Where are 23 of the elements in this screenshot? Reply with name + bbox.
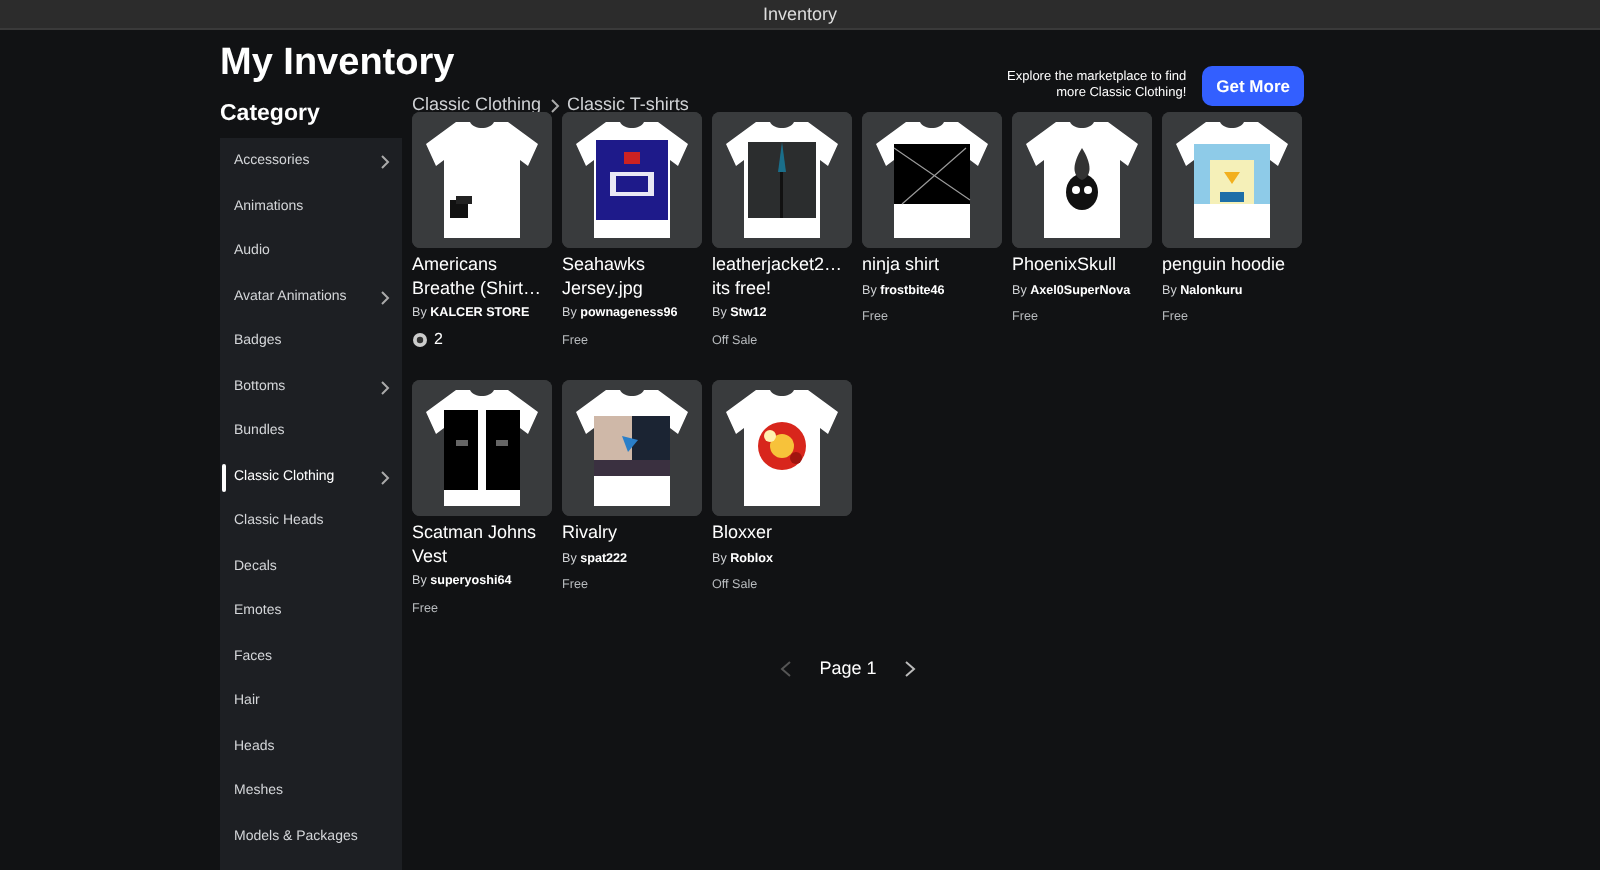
category-heading: Category xyxy=(220,100,322,130)
next-page-icon[interactable] xyxy=(904,660,917,679)
page-title: My Inventory xyxy=(220,40,455,88)
item-name: Scatman Johns Vest xyxy=(412,522,539,568)
window-title: Inventory xyxy=(0,0,1600,30)
get-more-button[interactable]: Get More xyxy=(1202,66,1304,106)
item-name: PhoenixSkull xyxy=(1012,254,1119,277)
item-price: 2 xyxy=(434,328,443,353)
item-name: ninja shirt xyxy=(862,254,942,277)
breadcrumb-current: Classic T-shirts xyxy=(567,92,689,118)
chevron-right-icon xyxy=(380,289,390,306)
item-name: leatherjacket2… its free! xyxy=(712,254,845,300)
item-name: Americans Breathe (Shirt… xyxy=(412,254,544,300)
item-name: Bloxxer xyxy=(712,522,775,545)
item-name: Rivalry xyxy=(562,522,620,545)
item-name: Seahawks Jersey.jpg xyxy=(562,254,648,300)
page-label: Page 1 xyxy=(817,656,879,682)
item-name: penguin hoodie xyxy=(1162,254,1288,277)
chevron-right-icon xyxy=(380,469,390,486)
chevron-right-icon xyxy=(549,97,560,114)
chevron-right-icon xyxy=(380,379,390,396)
chevron-right-icon xyxy=(380,154,390,171)
breadcrumb-link[interactable]: Classic Clothing xyxy=(412,92,542,119)
